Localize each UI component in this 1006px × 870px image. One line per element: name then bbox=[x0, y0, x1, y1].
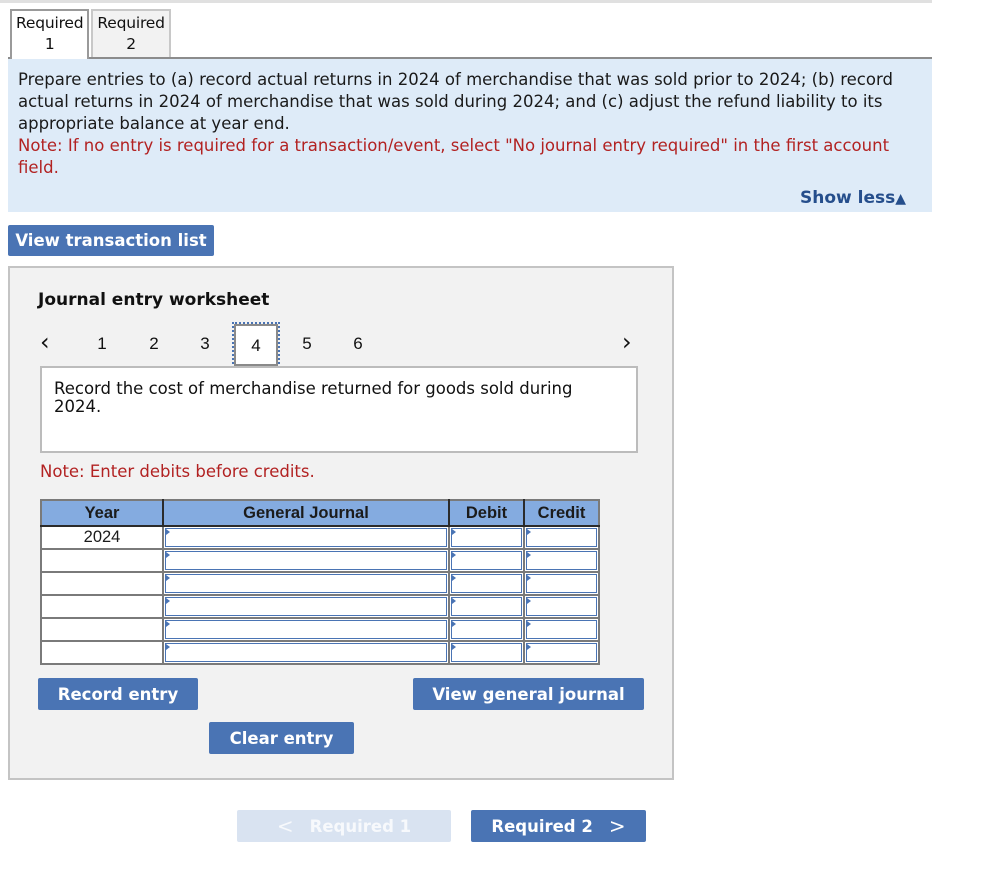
tab-label-line1: Required bbox=[16, 14, 84, 32]
clear-entry-button[interactable]: Clear entry bbox=[209, 722, 354, 754]
table-row bbox=[40, 571, 600, 596]
chevron-left-icon[interactable]: ‹ bbox=[40, 328, 50, 356]
account-input[interactable] bbox=[165, 551, 447, 570]
debit-input[interactable] bbox=[451, 643, 522, 662]
credit-input[interactable] bbox=[526, 620, 597, 639]
credit-input[interactable] bbox=[526, 643, 597, 662]
journal-table: Year General Journal Debit Credit 2024 bbox=[40, 499, 600, 665]
table-row bbox=[40, 640, 600, 665]
page-5[interactable]: 5 bbox=[297, 334, 317, 354]
credit-input[interactable] bbox=[526, 551, 597, 570]
journal-header-row: Year General Journal Debit Credit bbox=[40, 499, 600, 527]
year-cell bbox=[40, 594, 164, 619]
tab-required-1[interactable]: Required 1 bbox=[10, 9, 90, 59]
chevron-right-icon: > bbox=[608, 814, 626, 838]
previous-required-button[interactable]: < Required 1 bbox=[237, 810, 451, 842]
account-input[interactable] bbox=[165, 597, 447, 616]
header-year: Year bbox=[40, 499, 164, 527]
top-divider bbox=[0, 0, 932, 3]
header-general-journal: General Journal bbox=[162, 499, 450, 527]
previous-required-label: Required 1 bbox=[309, 816, 412, 836]
debits-note: Note: Enter debits before credits. bbox=[40, 462, 315, 481]
account-input[interactable] bbox=[165, 528, 447, 547]
view-transaction-list-button[interactable]: View transaction list bbox=[8, 225, 214, 256]
record-entry-button[interactable]: Record entry bbox=[38, 678, 198, 710]
table-row bbox=[40, 594, 600, 619]
show-less-label: Show less bbox=[799, 188, 896, 208]
year-cell bbox=[40, 571, 164, 596]
year-cell bbox=[40, 640, 164, 665]
instructions-note: Note: If no entry is required for a tran… bbox=[18, 136, 890, 177]
tab-label-line2: 1 bbox=[44, 35, 55, 53]
instructions-panel: Prepare entries to (a) record actual ret… bbox=[8, 59, 932, 212]
page-1[interactable]: 1 bbox=[92, 334, 112, 354]
account-input[interactable] bbox=[165, 643, 447, 662]
tab-label-line1: Required bbox=[97, 14, 165, 32]
next-required-label: Required 2 bbox=[491, 816, 593, 836]
show-less-link[interactable]: Show less▲ bbox=[800, 187, 906, 210]
table-row bbox=[40, 548, 600, 573]
entry-pager: ‹ 1 2 3 4 5 6 › bbox=[10, 322, 672, 368]
debit-input[interactable] bbox=[451, 597, 522, 616]
header-credit: Credit bbox=[523, 499, 600, 527]
triangle-up-icon: ▲ bbox=[895, 191, 906, 207]
page-2[interactable]: 2 bbox=[144, 334, 164, 354]
debit-input[interactable] bbox=[451, 574, 522, 593]
year-cell: 2024 bbox=[40, 525, 164, 550]
debit-input[interactable] bbox=[451, 551, 522, 570]
header-debit: Debit bbox=[448, 499, 525, 527]
view-general-journal-button[interactable]: View general journal bbox=[413, 678, 644, 710]
chevron-right-icon[interactable]: › bbox=[622, 328, 632, 356]
instructions-text: Prepare entries to (a) record actual ret… bbox=[18, 70, 893, 133]
credit-input[interactable] bbox=[526, 528, 597, 547]
credit-input[interactable] bbox=[526, 574, 597, 593]
table-row: 2024 bbox=[40, 525, 600, 550]
page-3[interactable]: 3 bbox=[195, 334, 215, 354]
next-required-button[interactable]: Required 2 > bbox=[471, 810, 646, 842]
requirement-tabs: Required 1 Required 2 bbox=[10, 9, 171, 59]
debit-input[interactable] bbox=[451, 528, 522, 547]
page-4-current[interactable]: 4 bbox=[232, 322, 280, 368]
debit-input[interactable] bbox=[451, 620, 522, 639]
table-row bbox=[40, 617, 600, 642]
chevron-left-icon: < bbox=[276, 814, 294, 838]
page-6[interactable]: 6 bbox=[348, 334, 368, 354]
worksheet-title: Journal entry worksheet bbox=[38, 290, 270, 310]
year-cell bbox=[40, 617, 164, 642]
account-input[interactable] bbox=[165, 620, 447, 639]
tab-required-2[interactable]: Required 2 bbox=[91, 9, 171, 57]
credit-input[interactable] bbox=[526, 597, 597, 616]
year-cell bbox=[40, 548, 164, 573]
account-input[interactable] bbox=[165, 574, 447, 593]
tab-label-line2: 2 bbox=[126, 35, 136, 53]
entry-description: Record the cost of merchandise returned … bbox=[40, 366, 638, 453]
